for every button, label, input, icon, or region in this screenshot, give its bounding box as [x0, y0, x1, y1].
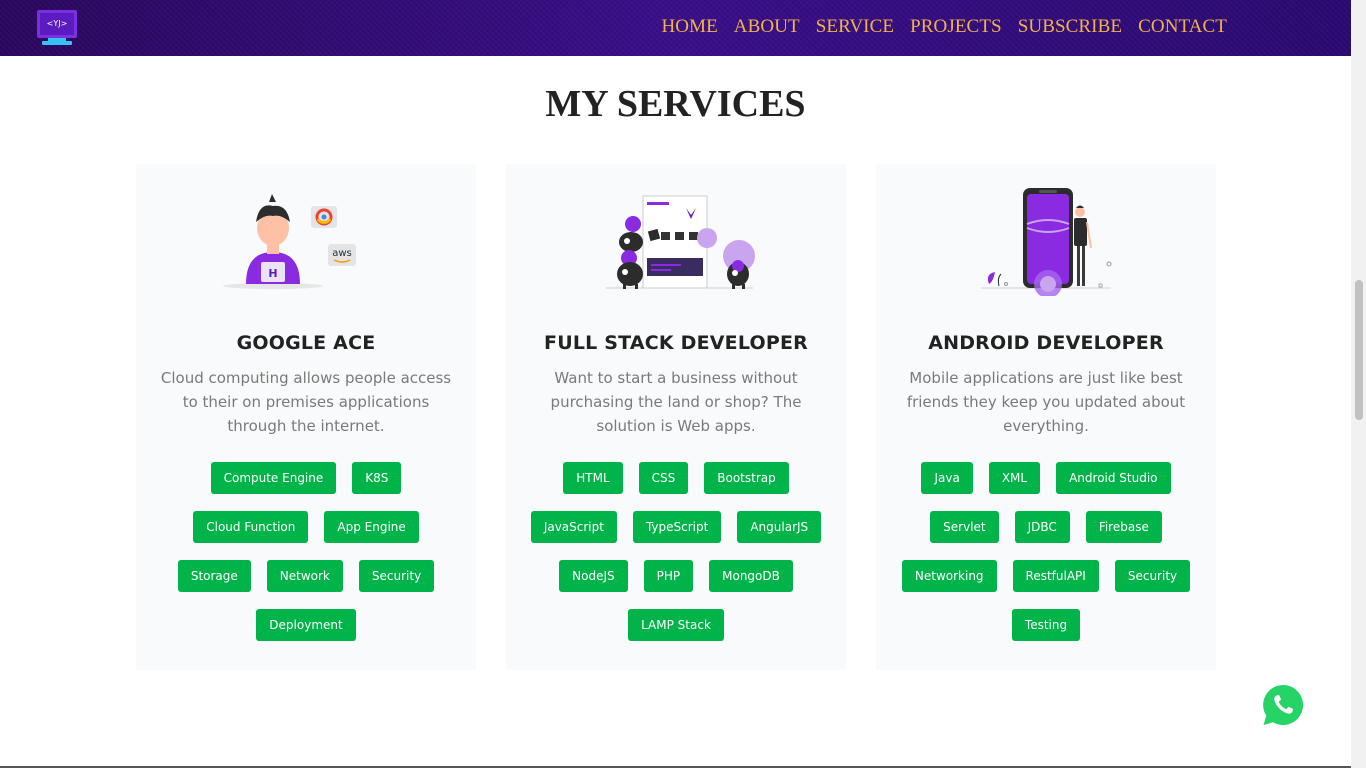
service-card-full-stack: FULL STACK DEVELOPER Want to start a bus… — [506, 164, 846, 670]
tag-row: Compute Engine K8S — [136, 462, 476, 494]
tag-firebase[interactable]: Firebase — [1085, 511, 1162, 543]
scrollbar-thumb[interactable] — [1355, 280, 1363, 420]
nav-about[interactable]: ABOUT — [734, 16, 800, 38]
tag-android-studio[interactable]: Android Studio — [1056, 462, 1171, 494]
tag-storage[interactable]: Storage — [177, 560, 251, 592]
tag-html[interactable]: HTML — [563, 462, 623, 494]
tag-lamp-stack[interactable]: LAMP Stack — [628, 609, 724, 641]
tag-row: Deployment — [136, 609, 476, 641]
card-title: FULL STACK DEVELOPER — [544, 332, 808, 354]
tag-row: JavaScript TypeScript AngularJS — [506, 511, 846, 543]
tag-compute-engine[interactable]: Compute Engine — [210, 462, 337, 494]
tag-angularjs[interactable]: AngularJS — [737, 511, 822, 543]
tag-cloud-function[interactable]: Cloud Function — [193, 511, 309, 543]
tag-row: Networking RestfulAPI Security — [876, 560, 1216, 592]
service-card-google-ace: H aws GOOGLE ACE Cloud computing allows … — [136, 164, 476, 670]
card-title: ANDROID DEVELOPER — [928, 332, 1164, 354]
tag-row: LAMP Stack — [506, 609, 846, 641]
nav-home[interactable]: HOME — [661, 16, 717, 38]
tag-deployment[interactable]: Deployment — [256, 609, 356, 641]
nav-contact[interactable]: CONTACT — [1138, 16, 1227, 38]
tag-row: Servlet JDBC Firebase — [876, 511, 1216, 543]
tag-networking[interactable]: Networking — [901, 560, 997, 592]
tag-network[interactable]: Network — [266, 560, 343, 592]
tag-restfulapi[interactable]: RestfulAPI — [1012, 560, 1099, 592]
card-description: Want to start a business without purchas… — [550, 369, 802, 435]
tag-app-engine[interactable]: App Engine — [324, 511, 419, 543]
aws-badge-text: aws — [332, 248, 352, 259]
tag-row: Java XML Android Studio — [876, 462, 1216, 494]
shirt-badge-text: H — [268, 267, 277, 280]
card-title: GOOGLE ACE — [236, 332, 376, 354]
services-title: MY SERVICES — [545, 83, 806, 125]
tag-javascript[interactable]: JavaScript — [530, 511, 617, 543]
tag-row: Testing — [876, 609, 1216, 641]
nav-service[interactable]: SERVICE — [816, 16, 894, 38]
nav-projects[interactable]: PROJECTS — [910, 16, 1002, 38]
tag-servlet[interactable]: Servlet — [930, 511, 999, 543]
nav-subscribe[interactable]: SUBSCRIBE — [1018, 16, 1122, 38]
tag-security[interactable]: Security — [1114, 560, 1191, 592]
tag-nodejs[interactable]: NodeJS — [559, 560, 628, 592]
tag-xml[interactable]: XML — [988, 462, 1041, 494]
page-scrollbar[interactable] — [1351, 0, 1366, 768]
cloud-developer-illustration: H aws — [223, 194, 356, 289]
logo-text: <YJ> — [47, 19, 68, 28]
monitor-logo-icon: <YJ> — [37, 10, 77, 45]
tag-row: HTML CSS Bootstrap — [506, 462, 846, 494]
mobile-app-illustration — [981, 188, 1112, 296]
card-description: Cloud computing allows people access to … — [160, 369, 452, 435]
tag-security[interactable]: Security — [358, 560, 435, 592]
site-logo[interactable]: <YJ> — [36, 9, 78, 47]
tag-mongodb[interactable]: MongoDB — [709, 560, 793, 592]
tag-k8s[interactable]: K8S — [352, 462, 402, 494]
whatsapp-icon — [1263, 684, 1304, 725]
service-card-android: ANDROID DEVELOPER Mobile applications ar… — [876, 164, 1216, 670]
navbar: <YJ> HOME ABOUT SERVICE PROJECTS SUBSCRI… — [0, 0, 1351, 56]
tag-java[interactable]: Java — [921, 462, 973, 494]
tag-typescript[interactable]: TypeScript — [632, 511, 722, 543]
tag-testing[interactable]: Testing — [1011, 609, 1081, 641]
tag-css[interactable]: CSS — [638, 462, 689, 494]
whatsapp-button[interactable] — [1262, 684, 1304, 726]
nav-menu: HOME ABOUT SERVICE PROJECTS SUBSCRIBE CO… — [661, 16, 1227, 38]
tag-php[interactable]: PHP — [643, 560, 694, 592]
tag-row: NodeJS PHP MongoDB — [506, 560, 846, 592]
web-app-illustration — [606, 195, 755, 289]
tag-bootstrap[interactable]: Bootstrap — [704, 462, 789, 494]
tag-row: Storage Network Security — [136, 560, 476, 592]
tag-row: Cloud Function App Engine — [136, 511, 476, 543]
tag-jdbc[interactable]: JDBC — [1014, 511, 1070, 543]
card-description: Mobile applications are just like best f… — [906, 369, 1186, 435]
